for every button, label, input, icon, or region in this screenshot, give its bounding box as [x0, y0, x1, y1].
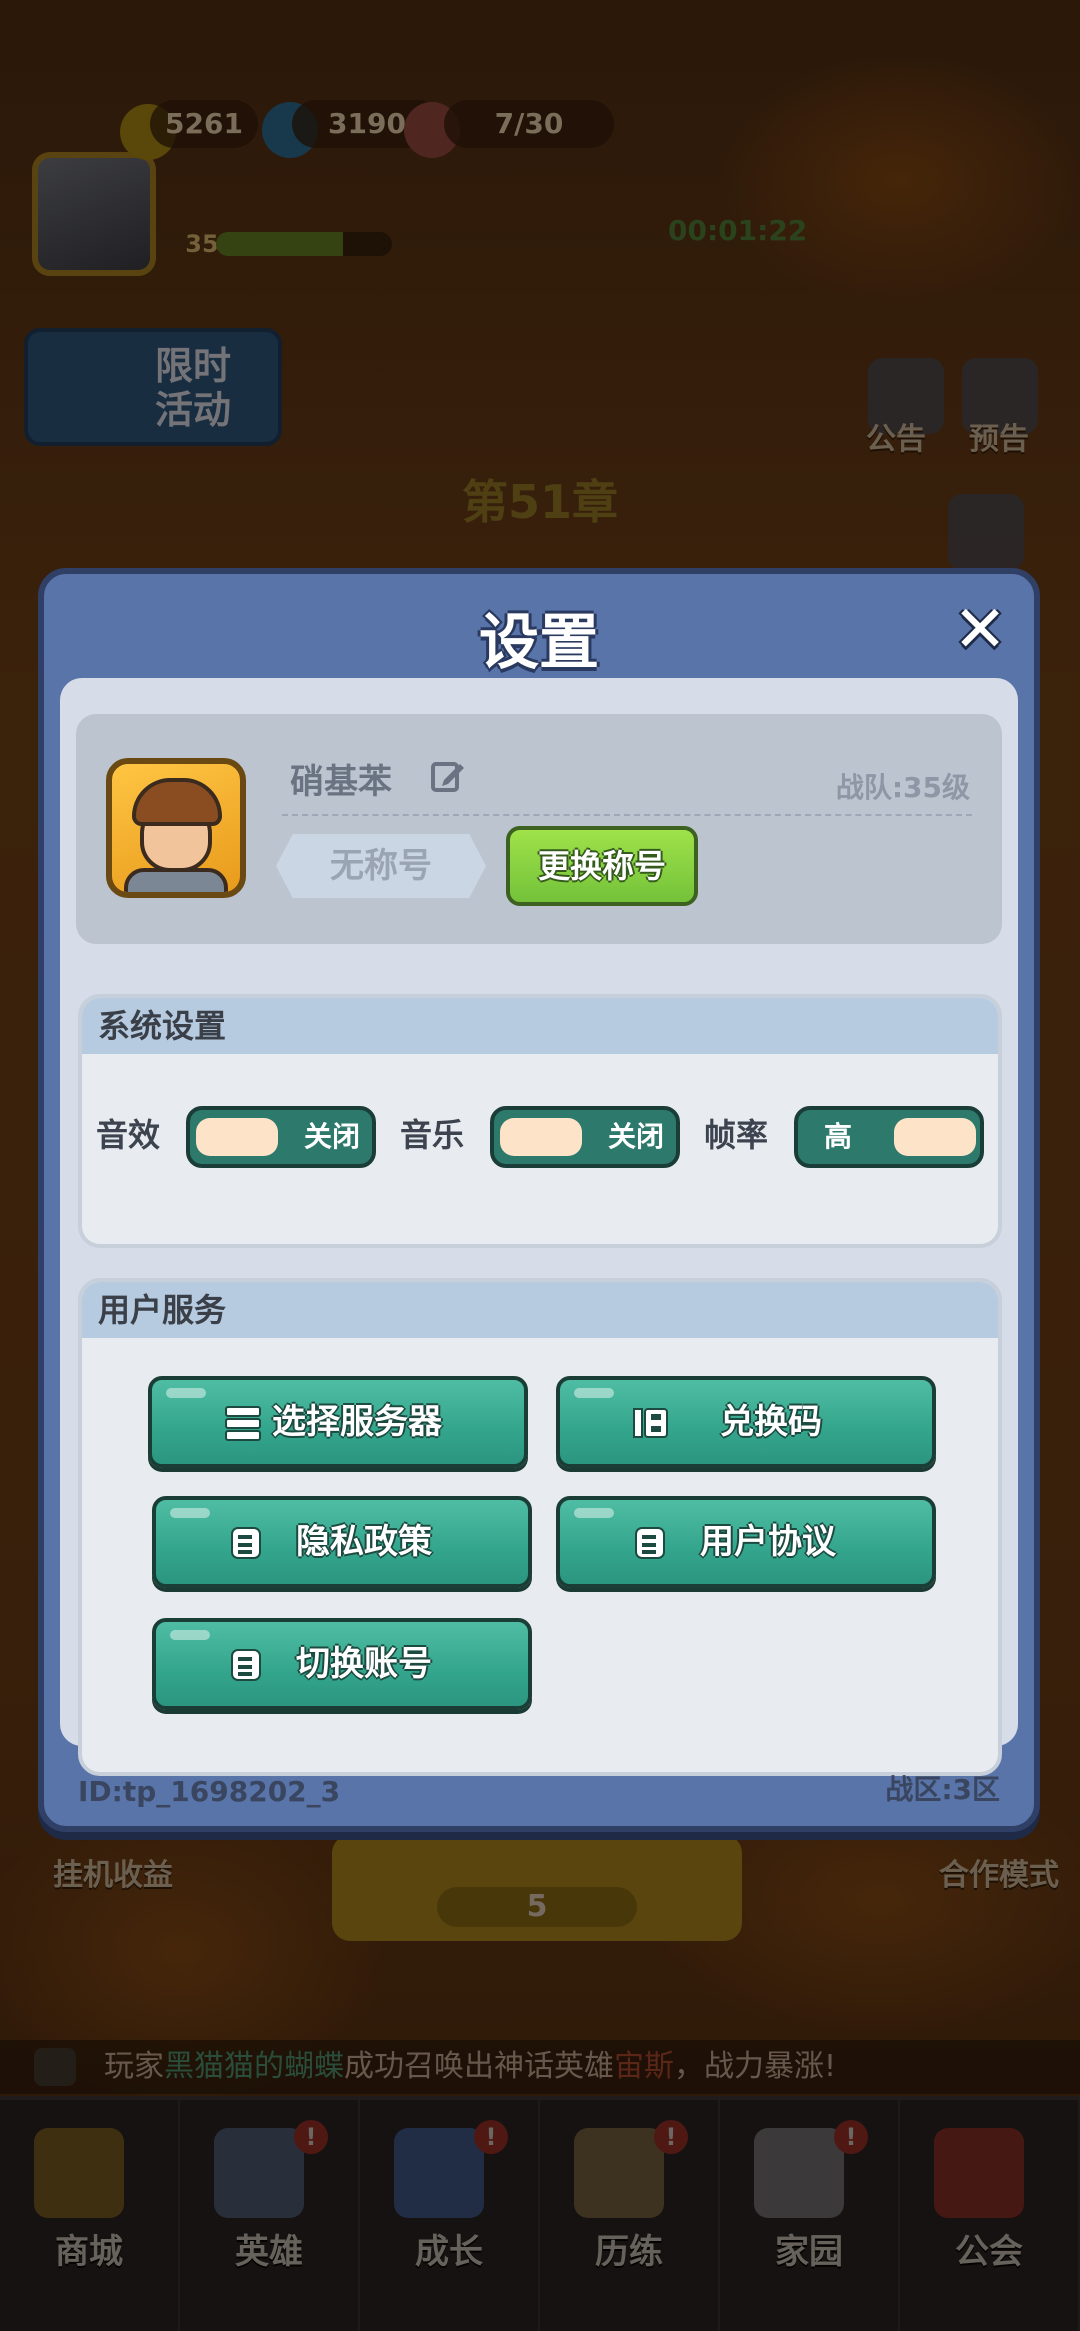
battle-zone: 战区:3区	[885, 1773, 1000, 1806]
document-icon	[635, 1527, 665, 1559]
switch-account-button[interactable]: 切换账号	[152, 1618, 532, 1710]
edit-pencil-icon[interactable]	[430, 758, 466, 794]
system-settings-section: 系统设置 音效 关闭 音乐 关闭 帧率 高	[78, 994, 1002, 1248]
music-toggle[interactable]: 关闭	[490, 1106, 680, 1168]
privacy-policy-button[interactable]: 隐私政策	[152, 1496, 532, 1588]
switch-account-label: 切换账号	[296, 1644, 432, 1684]
redeem-code-button[interactable]: 兑换码	[556, 1376, 936, 1468]
sound-label: 音效	[96, 1116, 161, 1154]
barcode-icon	[633, 1408, 668, 1438]
team-level: 战队:35级	[835, 771, 970, 804]
change-title-button[interactable]: 更换称号	[506, 826, 698, 906]
section-header: 用户服务	[82, 1282, 998, 1338]
framerate-state: 高	[824, 1120, 853, 1153]
user-agreement-label: 用户协议	[700, 1522, 836, 1562]
framerate-toggle[interactable]: 高	[794, 1106, 984, 1168]
profile-card: 硝基苯 战队:35级 无称号 更换称号	[76, 714, 1002, 944]
privacy-policy-label: 隐私政策	[296, 1522, 432, 1562]
framerate-label: 帧率	[704, 1116, 769, 1154]
user-id: ID:tp_1698202_3	[78, 1775, 341, 1808]
music-label: 音乐	[400, 1116, 465, 1154]
select-server-button[interactable]: 选择服务器	[148, 1376, 528, 1468]
dialog-title: 设置	[479, 608, 599, 678]
sound-toggle[interactable]: 关闭	[186, 1106, 376, 1168]
document-icon	[231, 1649, 261, 1681]
title-badge: 无称号	[276, 834, 486, 898]
settings-dialog: 设置 ✕ 硝基苯 战队:35级 无称号 更换称号 系统设置 音效 关闭 音乐 关…	[38, 568, 1040, 1832]
dialog-panel: 硝基苯 战队:35级 无称号 更换称号 系统设置 音效 关闭 音乐 关闭 帧率 …	[60, 678, 1018, 1776]
select-server-label: 选择服务器	[272, 1402, 442, 1442]
avatar-armor	[124, 868, 228, 892]
document-icon	[231, 1527, 261, 1559]
divider	[282, 814, 972, 816]
close-button[interactable]: ✕	[948, 598, 1012, 662]
toggle-knob	[894, 1118, 976, 1156]
sound-state: 关闭	[304, 1120, 361, 1153]
toggle-knob	[500, 1118, 582, 1156]
user-agreement-button[interactable]: 用户协议	[556, 1496, 936, 1588]
section-header: 系统设置	[82, 998, 998, 1054]
avatar-hair	[132, 778, 222, 826]
server-list-icon	[225, 1406, 261, 1441]
redeem-code-label: 兑换码	[720, 1402, 822, 1442]
avatar[interactable]	[106, 758, 246, 898]
toggle-knob	[196, 1118, 278, 1156]
user-service-section: 用户服务 选择服务器 兑换码 隐私政策 用户协议 切换账号	[78, 1278, 1002, 1776]
music-state: 关闭	[608, 1120, 665, 1153]
player-name: 硝基苯	[290, 762, 392, 802]
